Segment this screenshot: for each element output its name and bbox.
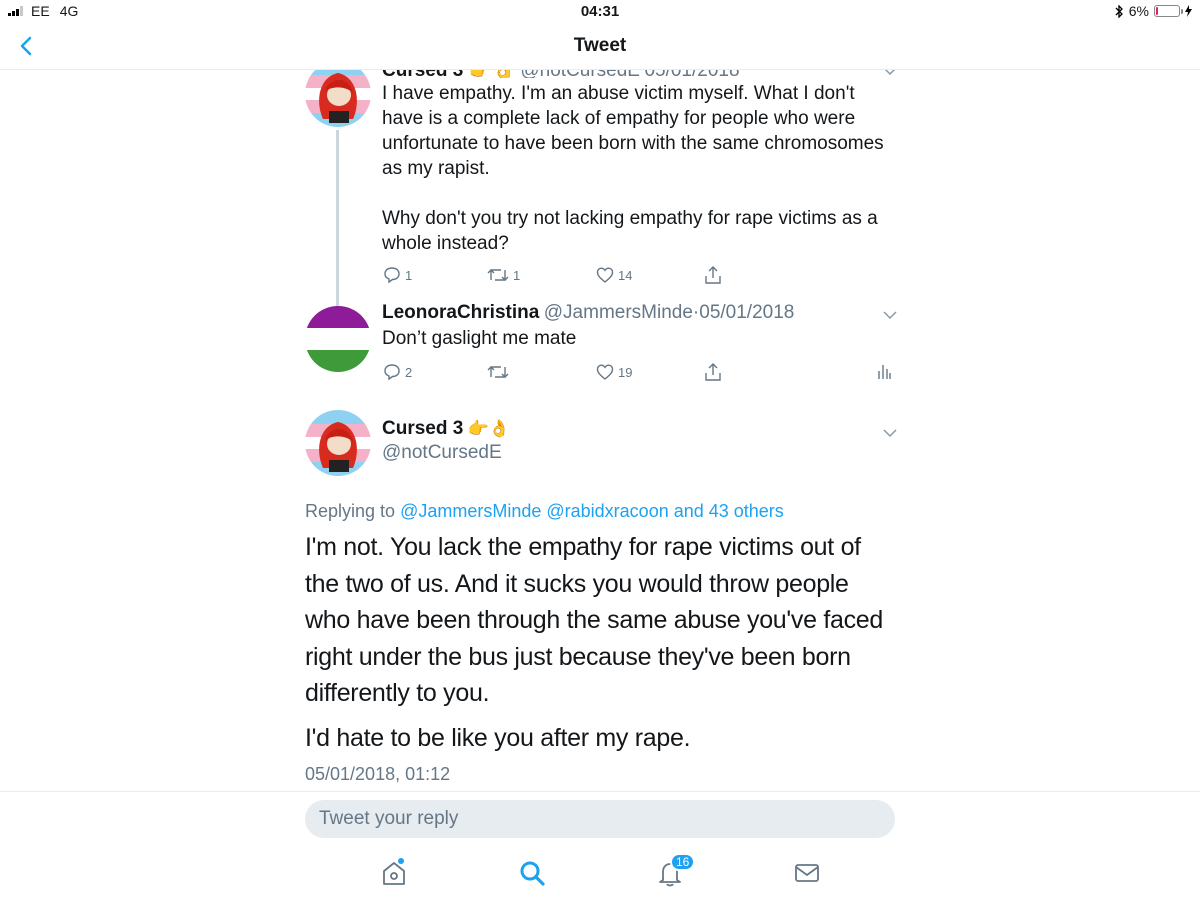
- like-action[interactable]: 14: [596, 266, 632, 284]
- like-count: 14: [618, 267, 633, 283]
- retweet-icon: [487, 366, 509, 378]
- heart-icon: [596, 267, 614, 283]
- bottom-bar: [0, 791, 1200, 900]
- tab-messages[interactable]: [792, 858, 822, 888]
- replying-to: Replying to @JammersMinde @rabidxracoon …: [305, 501, 784, 522]
- tab-home[interactable]: [379, 858, 409, 888]
- main-tweet-text: I'm not. You lack the empathy for rape v…: [305, 533, 883, 707]
- status-time: 04:31: [580, 3, 620, 20]
- analytics-action[interactable]: [877, 362, 891, 380]
- tweet-author-handle[interactable]: @notCursedE: [520, 70, 640, 78]
- reply-count: 1: [405, 267, 413, 283]
- avatar[interactable]: [305, 410, 371, 476]
- battery-percent: 6%: [1128, 3, 1149, 19]
- share-action[interactable]: [704, 265, 722, 285]
- charging-icon: [1185, 5, 1192, 17]
- reply-action[interactable]: 2: [383, 363, 412, 381]
- avatar[interactable]: [305, 306, 371, 372]
- replying-to-users-link[interactable]: @JammersMinde @rabidxracoon and 43 other…: [400, 501, 784, 521]
- tweet-author-name[interactable]: Cursed 3 👉👌: [382, 70, 516, 78]
- share-icon: [705, 363, 721, 381]
- like-count: 19: [618, 364, 633, 380]
- status-bar: EE 4G 04:31 6%: [0, 0, 1200, 24]
- retweet-action[interactable]: 1: [487, 266, 520, 284]
- tweet-text: Don’t gaslight me mate: [382, 328, 577, 349]
- main-tweet-author[interactable]: Cursed 3 👉👌: [382, 418, 510, 440]
- tweet-header: LeonoraChristina @JammersMinde·05/01/201…: [382, 302, 794, 324]
- main-tweet-text-2: I'd hate to be like you after my rape.: [305, 724, 691, 752]
- reply-action[interactable]: 1: [383, 266, 412, 284]
- retweet-icon: [487, 269, 509, 281]
- reply-input[interactable]: [305, 800, 895, 838]
- notifications-badge: 16: [670, 853, 696, 871]
- retweet-count: 1: [513, 267, 521, 283]
- heart-icon: [596, 364, 614, 380]
- tweet-text: I have empathy. I'm an abuse victim myse…: [382, 83, 884, 254]
- share-icon: [705, 266, 721, 284]
- tweet-date: 05/01/2018: [644, 70, 739, 78]
- tweet-author-handle[interactable]: @JammersMinde: [544, 302, 693, 323]
- tweet-author-handle[interactable]: @notCursedE: [382, 442, 502, 464]
- tweet-author-name[interactable]: Cursed 3: [382, 418, 463, 439]
- search-icon: [520, 861, 545, 886]
- like-action[interactable]: 19: [596, 363, 632, 381]
- share-action[interactable]: [704, 362, 722, 382]
- tweet-thread: Cursed 3 👉👌 @notCursedE 05/01/2018 I hav…: [0, 70, 1200, 791]
- reply-icon: [384, 267, 400, 284]
- tweet-timestamp[interactable]: 05/01/2018, 01:12: [305, 764, 450, 785]
- bluetooth-icon: [1115, 4, 1123, 18]
- replying-prefix: Replying to: [305, 501, 396, 521]
- author-emoji: 👉👌: [467, 419, 511, 438]
- page-title: Tweet: [573, 35, 627, 56]
- reply-icon: [384, 364, 400, 381]
- chevron-down-icon[interactable]: [882, 428, 898, 438]
- nav-bar: Tweet: [0, 24, 1200, 70]
- tweet-author-name[interactable]: LeonoraChristina: [382, 302, 539, 323]
- analytics-icon: [878, 365, 891, 379]
- status-right: 6%: [1115, 3, 1192, 19]
- home-icon: [383, 858, 405, 885]
- mail-icon: [795, 864, 819, 882]
- tab-search[interactable]: [517, 858, 547, 888]
- avatar[interactable]: [305, 70, 371, 127]
- tweet-date: 05/01/2018: [699, 302, 795, 323]
- battery-icon: [1154, 5, 1183, 17]
- retweet-action[interactable]: [487, 363, 509, 381]
- chevron-down-icon[interactable]: [882, 310, 898, 320]
- tweet-header: Cursed 3 👉👌 @notCursedE 05/01/2018: [382, 70, 740, 78]
- chevron-down-icon[interactable]: [882, 70, 898, 76]
- reply-count: 2: [405, 364, 413, 380]
